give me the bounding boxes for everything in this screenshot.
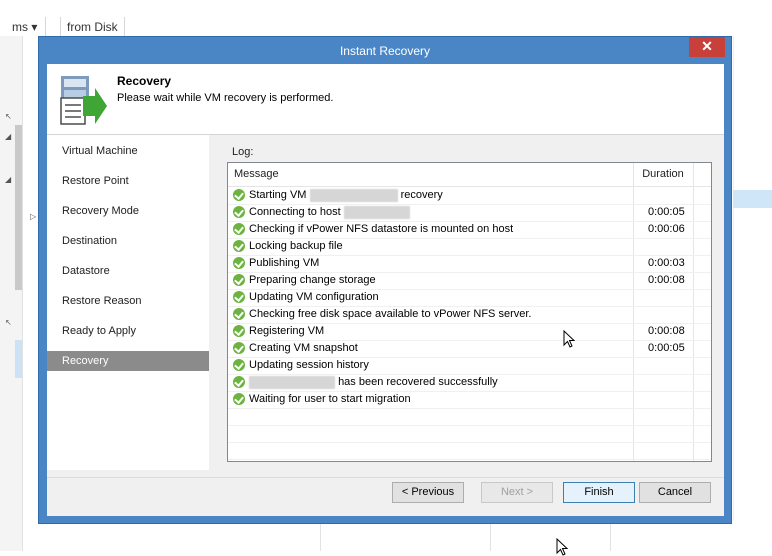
- log-row: has been recovered successfully: [228, 374, 711, 392]
- log-row-empty: [228, 442, 711, 460]
- success-icon: [233, 206, 245, 218]
- log-message: Preparing change storage: [249, 274, 376, 286]
- background-selected-row[interactable]: [733, 190, 772, 208]
- redacted-text: [309, 188, 398, 202]
- dialog-title: Instant Recovery: [339, 44, 431, 58]
- success-icon: [233, 393, 245, 405]
- log-row: Publishing VM 0:00:03: [228, 255, 711, 273]
- log-row-empty: [228, 408, 711, 426]
- success-icon: [233, 325, 245, 337]
- log-message: has been recovered successfully: [338, 376, 498, 388]
- step-restore-point[interactable]: Restore Point: [47, 171, 209, 191]
- success-icon: [233, 359, 245, 371]
- log-duration: 0:00:05: [648, 342, 685, 354]
- column-duration[interactable]: Duration: [633, 163, 693, 186]
- log-message: Starting VM: [249, 189, 307, 201]
- log-row: Updating session history: [228, 357, 711, 375]
- log-message: Checking if vPower NFS datastore is moun…: [249, 223, 514, 235]
- next-button[interactable]: Next >: [481, 482, 553, 503]
- step-virtual-machine[interactable]: Virtual Machine: [47, 141, 209, 161]
- cancel-button[interactable]: Cancel: [639, 482, 711, 503]
- recovery-icon: [60, 76, 107, 125]
- previous-button[interactable]: < Previous: [392, 482, 464, 503]
- instant-recovery-dialog: Instant Recovery ✕ Recovery Please wait …: [38, 36, 732, 524]
- step-recovery[interactable]: Recovery: [47, 351, 209, 371]
- log-row: Creating VM snapshot 0:00:05: [228, 340, 711, 358]
- success-icon: [233, 376, 245, 388]
- close-button[interactable]: ✕: [689, 37, 725, 57]
- log-message-suffix: recovery: [400, 189, 443, 201]
- log-message: Checking free disk space available to vP…: [249, 308, 532, 320]
- log-message: Updating VM configuration: [249, 291, 379, 303]
- log-message: Waiting for user to start migration: [249, 393, 411, 405]
- mouse-cursor-icon: [563, 330, 575, 348]
- log-row: Locking backup file: [228, 238, 711, 256]
- step-ready-to-apply[interactable]: Ready to Apply: [47, 321, 209, 341]
- finish-button[interactable]: Finish: [563, 482, 635, 503]
- background-scroll-region: [15, 125, 22, 290]
- log-row: Updating VM configuration: [228, 289, 711, 307]
- log-row: Checking free disk space available to vP…: [228, 306, 711, 324]
- success-icon: [233, 291, 245, 303]
- collapse-arrow-icon[interactable]: ▷: [30, 212, 36, 221]
- redacted-text: [249, 375, 335, 389]
- step-recovery-mode[interactable]: Recovery Mode: [47, 201, 209, 221]
- log-label: Log:: [232, 146, 254, 158]
- log-row: Waiting for user to start migration: [228, 391, 711, 409]
- log-duration: 0:00:03: [648, 257, 685, 269]
- background-tab[interactable]: ms ▾: [0, 17, 46, 37]
- log-message: Registering VM: [249, 325, 325, 337]
- log-duration: 0:00:08: [648, 274, 685, 286]
- log-duration: 0:00:08: [648, 325, 685, 337]
- log-row: Checking if vPower NFS datastore is moun…: [228, 221, 711, 239]
- log-row: Registering VM 0:00:08: [228, 323, 711, 341]
- background-divider: [490, 520, 491, 551]
- column-message[interactable]: Message: [234, 163, 279, 186]
- success-icon: [233, 308, 245, 320]
- log-header: Message Duration: [228, 163, 711, 187]
- wizard-title: Recovery: [117, 74, 172, 88]
- background-selection: [15, 340, 22, 378]
- log-message: Locking backup file: [249, 240, 343, 252]
- log-message: Publishing VM: [249, 257, 320, 269]
- log-list[interactable]: Message Duration Starting VM recovery Co…: [227, 162, 712, 462]
- log-row: Starting VM recovery: [228, 187, 711, 205]
- expand-arrow-icon[interactable]: ↖: [5, 318, 12, 327]
- title-bar[interactable]: Instant Recovery ✕: [39, 37, 731, 63]
- log-message: Creating VM snapshot: [249, 342, 358, 354]
- log-row: Preparing change storage 0:00:08: [228, 272, 711, 290]
- step-restore-reason[interactable]: Restore Reason: [47, 291, 209, 311]
- log-row: Connecting to host 0:00:05: [228, 204, 711, 222]
- expand-arrow-icon[interactable]: ↖: [5, 112, 12, 121]
- success-icon: [233, 189, 245, 201]
- dialog-body: Recovery Please wait while VM recovery i…: [47, 64, 724, 516]
- wizard-subtitle: Please wait while VM recovery is perform…: [117, 92, 334, 104]
- redacted-text: [343, 205, 410, 219]
- success-icon: [233, 257, 245, 269]
- background-list: [733, 36, 772, 521]
- step-datastore[interactable]: Datastore: [47, 261, 209, 281]
- wizard-steps: Virtual Machine Restore Point Recovery M…: [47, 135, 209, 470]
- log-row-empty: [228, 425, 711, 443]
- success-icon: [233, 240, 245, 252]
- expand-arrow-icon[interactable]: ◢: [5, 132, 11, 141]
- background-divider: [610, 520, 611, 551]
- wizard-header: Recovery Please wait while VM recovery i…: [47, 64, 724, 135]
- log-duration: 0:00:06: [648, 223, 685, 235]
- background-tab-from-disk[interactable]: from Disk: [60, 17, 125, 37]
- expand-arrow-icon[interactable]: ◢: [5, 175, 11, 184]
- success-icon: [233, 223, 245, 235]
- success-icon: [233, 274, 245, 286]
- log-message: Connecting to host: [249, 206, 341, 218]
- log-message: Updating session history: [249, 359, 369, 371]
- step-destination[interactable]: Destination: [47, 231, 209, 251]
- mouse-cursor-icon: [556, 538, 568, 556]
- footer-divider: [47, 477, 724, 478]
- success-icon: [233, 342, 245, 354]
- background-divider: [320, 520, 321, 551]
- log-duration: 0:00:05: [648, 206, 685, 218]
